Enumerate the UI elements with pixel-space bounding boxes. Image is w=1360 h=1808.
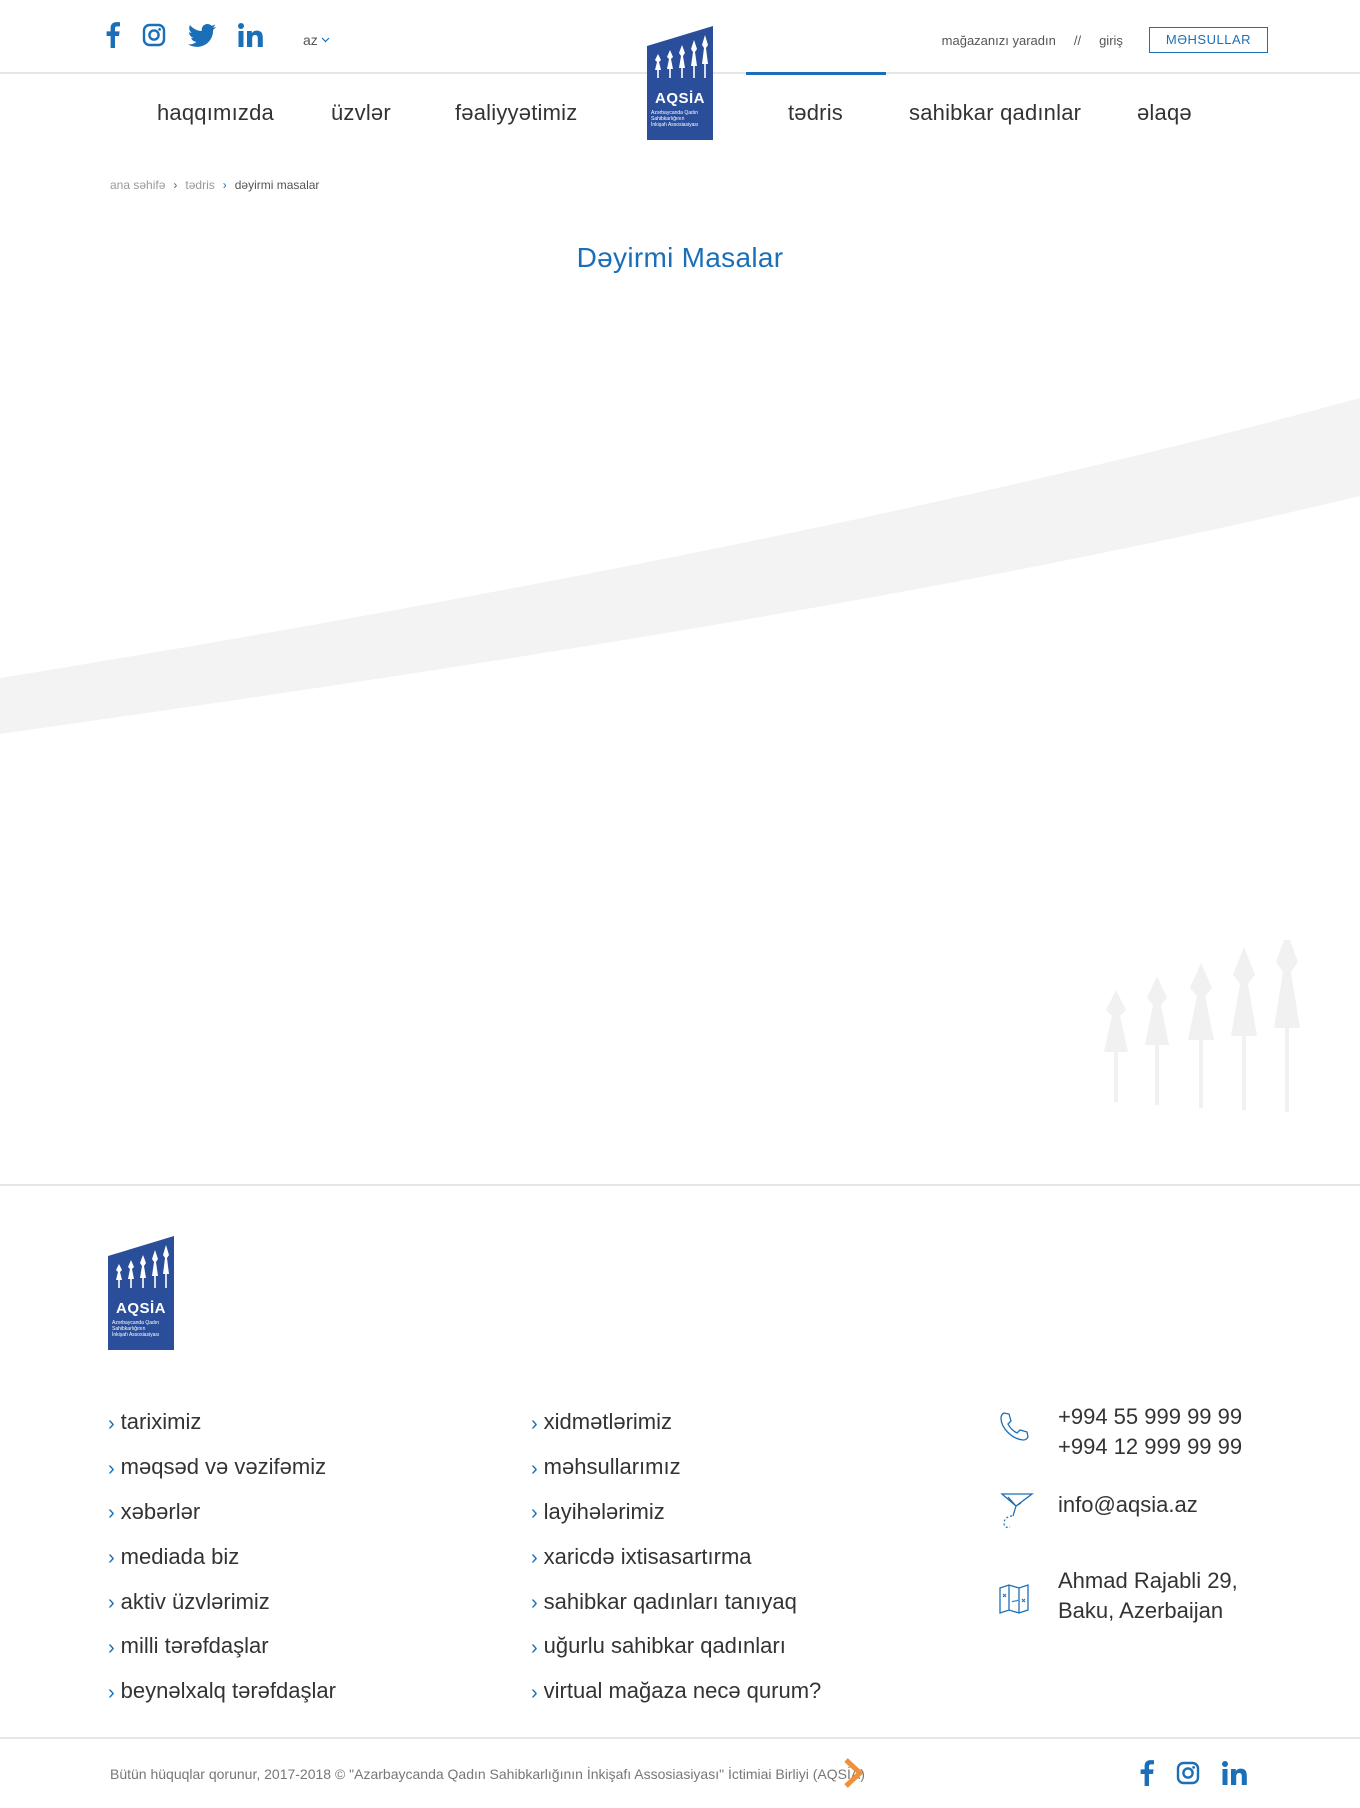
footer-link-label: xidmətlərimiz xyxy=(543,1409,673,1435)
chevron-right-icon: › xyxy=(173,178,178,192)
chevron-right-icon: › xyxy=(531,1502,538,1525)
footer-link[interactable]: › aktiv üzvlərimiz xyxy=(108,1579,336,1624)
breadcrumb: ana səhifə › tədris › dəyirmi masalar xyxy=(110,178,319,192)
logo-subtitle-line: İnkişafı Assosiasiyası xyxy=(651,122,699,128)
footer-links-col1: › tariximiz › məqsəd və vəzifəmiz › xəbərlə… xyxy=(108,1400,336,1714)
footer-link[interactable]: › tariximiz xyxy=(108,1400,336,1445)
chevron-right-icon: › xyxy=(108,1681,115,1704)
chevron-right-icon: › xyxy=(531,1636,538,1659)
chevron-down-icon xyxy=(321,37,330,43)
breadcrumb-current: dəyirmi masalar xyxy=(234,178,320,192)
chevron-right-icon: › xyxy=(531,1412,538,1435)
footer-link[interactable]: › layihələrimiz xyxy=(531,1490,821,1535)
email-link[interactable]: info@aqsia.az xyxy=(1058,1490,1198,1520)
footer-link[interactable]: › virtual mağaza necə qurum? xyxy=(531,1669,821,1714)
footer-link-label: milli tərəfdaşlar xyxy=(120,1633,269,1659)
footer-link[interactable]: › milli tərəfdaşlar xyxy=(108,1624,336,1669)
logo-text: AQSİA xyxy=(115,1300,166,1317)
nav-item-elaqe[interactable]: əlaqə xyxy=(1137,100,1192,126)
footer-divider xyxy=(0,1184,1360,1186)
footer-link-label: sahibkar qadınları tanıyaq xyxy=(543,1588,797,1614)
footer-link-label: layihələrimiz xyxy=(543,1498,665,1524)
footer-link-label: tariximiz xyxy=(120,1409,202,1435)
chevron-right-icon: › xyxy=(531,1547,538,1570)
create-store-link[interactable]: mağazanızı yaradın xyxy=(942,33,1056,48)
footer-link-label: virtual mağaza necə qurum? xyxy=(543,1678,822,1704)
copyright: Bütün hüquqlar qorunur, 2017-2018 © "Aza… xyxy=(110,1766,865,1782)
facebook-icon[interactable] xyxy=(106,22,120,48)
products-button[interactable]: MƏHSULLAR xyxy=(1148,27,1268,53)
instagram-icon[interactable] xyxy=(1176,1761,1200,1785)
breadcrumb-tedris[interactable]: tədris xyxy=(185,178,214,192)
phone-icon xyxy=(1000,1412,1029,1441)
footer-link[interactable]: › beynəlxalq tərəfdaşlar xyxy=(108,1669,336,1714)
footer-link-label: mediada biz xyxy=(120,1543,240,1569)
bottom-divider xyxy=(0,1737,1360,1739)
site-logo[interactable]: AQSİA Azərbaycanda Qadın Sahibkarlığının… xyxy=(647,26,713,140)
chevron-right-icon: › xyxy=(222,178,227,192)
footer-link-label: xaricdə ixtisasartırma xyxy=(543,1543,752,1569)
chevron-right-icon: › xyxy=(108,1636,115,1659)
map-icon xyxy=(999,1584,1029,1614)
chevron-right-icon: › xyxy=(531,1592,538,1615)
footer-link-label: məhsullarımız xyxy=(543,1454,681,1480)
chevron-right-icon: › xyxy=(108,1502,115,1525)
top-links: mağazanızı yaradın // giriş MƏHSULLAR xyxy=(942,27,1268,53)
chevron-right-icon[interactable] xyxy=(842,1758,866,1788)
chevron-right-icon: › xyxy=(108,1457,115,1480)
address-line-1: Ahmad Rajabli 29, xyxy=(1058,1568,1238,1593)
language-label: az xyxy=(303,32,318,48)
phone-1[interactable]: +994 55 999 99 99 xyxy=(1058,1402,1242,1432)
phone-2[interactable]: +994 12 999 99 99 xyxy=(1058,1432,1242,1462)
footer-link[interactable]: › məqsəd və vəzifəmiz xyxy=(108,1445,336,1490)
chevron-right-icon: › xyxy=(531,1457,538,1480)
logo-subtitle: Azərbaycanda Qadın Sahibkarlığının İnkiş… xyxy=(112,1320,172,1338)
footer-link-label: uğurlu sahibkar qadınları xyxy=(543,1633,786,1659)
footer-link-label: məqsəd və vəzifəmiz xyxy=(120,1454,327,1480)
chevron-right-icon: › xyxy=(108,1547,115,1570)
footer-link[interactable]: › uğurlu sahibkar qadınları xyxy=(531,1624,821,1669)
footer-link-label: beynəlxalq tərəfdaşlar xyxy=(120,1678,336,1704)
instagram-icon[interactable] xyxy=(142,23,166,47)
page-title: Dəyirmi Masalar xyxy=(576,242,784,273)
logo-subtitle: Azərbaycanda Qadın Sahibkarlığının İnkiş… xyxy=(651,110,711,128)
footer-link[interactable]: › xaricdə ixtisasartırma xyxy=(531,1534,821,1579)
nav-item-uzvler[interactable]: üzvlər xyxy=(331,100,391,126)
footer-link[interactable]: › sahibkar qadınları tanıyaq xyxy=(531,1579,821,1624)
twitter-icon[interactable] xyxy=(188,23,216,47)
language-selector[interactable]: az xyxy=(303,32,330,48)
nav-item-tedris[interactable]: tədris xyxy=(788,100,843,126)
footer-link-label: aktiv üzvlərimiz xyxy=(120,1588,270,1614)
chevron-right-icon: › xyxy=(531,1681,538,1704)
nav-item-sahibkar-qadinlar[interactable]: sahibkar qadınlar xyxy=(909,100,1081,126)
footer-socials xyxy=(1140,1760,1248,1786)
footer-links-col2: › xidmətlərimiz › məhsullarımız › layihələr… xyxy=(531,1400,821,1714)
chevron-right-icon: › xyxy=(108,1592,115,1615)
linkedin-icon[interactable] xyxy=(238,23,264,47)
chevron-right-icon: › xyxy=(108,1412,115,1435)
header-socials xyxy=(106,22,264,48)
nav-item-haqqimizda[interactable]: haqqımızda xyxy=(157,100,274,126)
footer-link[interactable]: › xidmətlərimiz xyxy=(531,1400,821,1445)
footer-link[interactable]: › mediada biz xyxy=(108,1534,336,1579)
login-link[interactable]: giriş xyxy=(1099,33,1123,48)
address-line-2: Baku, Azerbaijan xyxy=(1058,1598,1224,1623)
background-wave xyxy=(0,398,1360,734)
paper-plane-icon xyxy=(1000,1493,1034,1528)
footer-link-label: xəbərlər xyxy=(120,1498,201,1524)
footer-link[interactable]: › xəbərlər xyxy=(108,1490,336,1535)
nav-active-indicator xyxy=(746,72,886,75)
breadcrumb-home[interactable]: ana səhifə xyxy=(110,178,165,192)
linkedin-icon[interactable] xyxy=(1222,1761,1248,1785)
logo-subtitle-line: İnkişafı Assosiasiyası xyxy=(112,1332,160,1338)
facebook-icon[interactable] xyxy=(1140,1760,1154,1786)
women-silhouettes-watermark xyxy=(1104,940,1300,1112)
separator: // xyxy=(1073,32,1082,48)
footer-logo[interactable]: AQSİA Azərbaycanda Qadın Sahibkarlığının… xyxy=(108,1236,174,1350)
nav-item-fealiyyetimiz[interactable]: fəaliyyətimiz xyxy=(455,100,577,126)
footer-link[interactable]: › məhsullarımız xyxy=(531,1445,821,1490)
logo-text: AQSİA xyxy=(654,90,705,107)
